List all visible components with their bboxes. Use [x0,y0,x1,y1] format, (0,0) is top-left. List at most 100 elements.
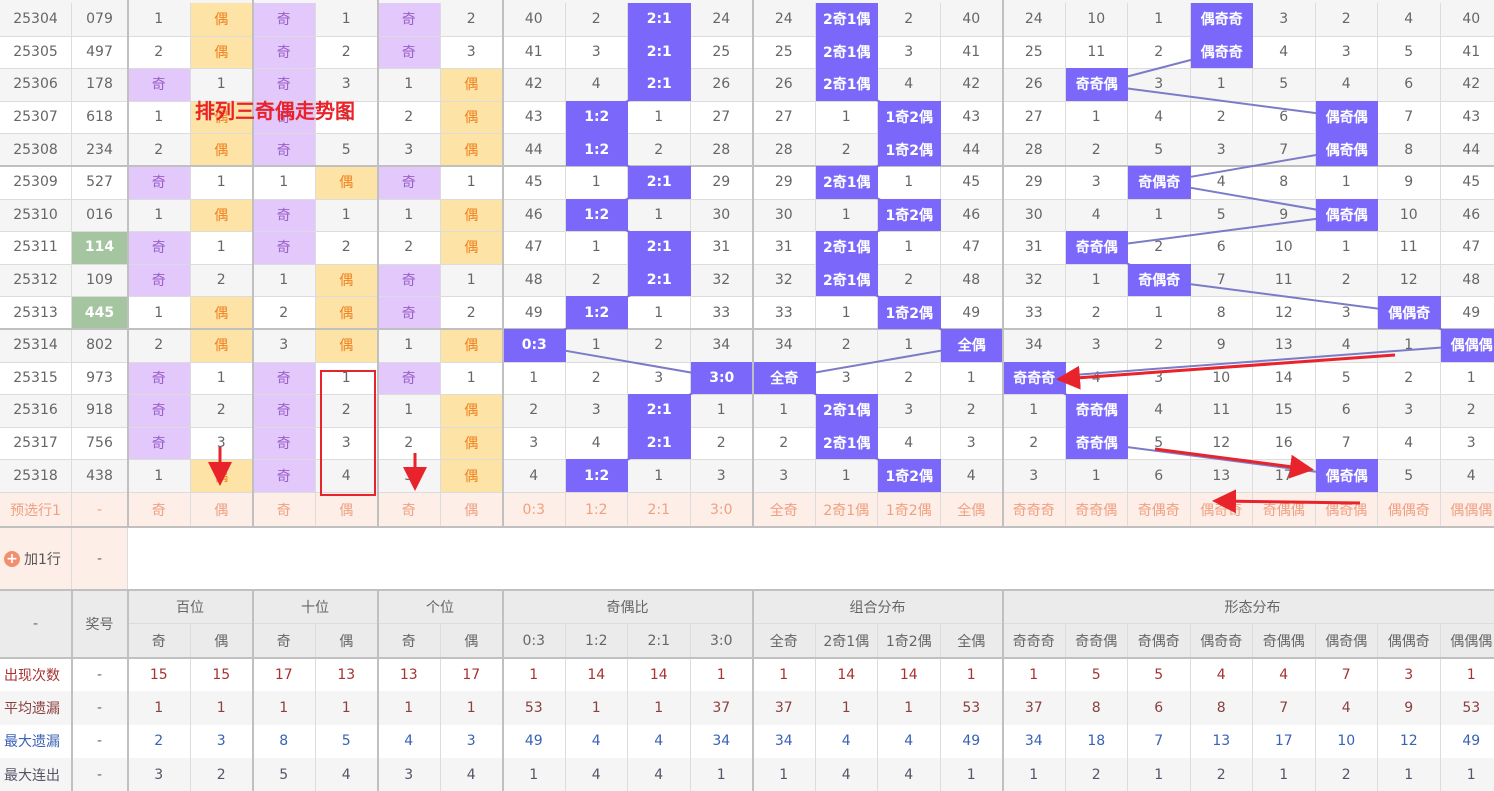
miss-count-cell: 2 [1191,100,1253,134]
miss-count-cell: 5 [1128,426,1191,460]
highlight-cell: 奇 [378,361,441,395]
miss-count-cell: 1 [191,166,253,199]
period-cell: 25311 [0,231,72,264]
miss-count-cell: 1 [878,231,941,264]
header-sub: 奇 [378,624,441,658]
preselect-option[interactable]: 全奇 [753,492,816,527]
highlight-cell: 1奇2偶 [878,198,941,232]
prize-number: 079 [72,3,128,36]
miss-count-cell: 7 [1191,263,1253,297]
preselect-option[interactable]: 1奇2偶 [878,492,941,527]
header-sub: 1:2 [565,624,628,658]
stat-value: 37 [691,691,753,725]
stat-value: 1 [1441,758,1494,791]
highlight-cell: 1:2 [565,100,628,134]
miss-count-cell: 1 [566,329,628,362]
prize-number: 618 [72,100,128,134]
miss-count-cell: 48 [503,263,566,297]
preselect-option[interactable]: 奇 [253,492,316,527]
preselect-option[interactable]: 偶 [191,492,253,527]
highlight-cell: 奇 [253,426,316,460]
preselect-option[interactable]: 偶奇偶 [1316,492,1378,527]
preselect-option[interactable]: 偶奇奇 [1191,492,1253,527]
stat-value: 2 [128,724,191,758]
preselect-option[interactable]: 奇奇奇 [1003,492,1066,527]
miss-count-cell: 3 [941,426,1003,460]
miss-count-cell: 2 [316,231,378,264]
period-cell: 25316 [0,394,72,427]
preselect-option[interactable]: 偶偶奇 [1378,492,1441,527]
miss-count-cell: 1 [1378,329,1441,362]
miss-count-cell: 5 [1191,198,1253,232]
highlight-cell: 偶 [190,133,253,166]
row-divider [0,657,1494,659]
miss-count-cell: 2 [566,263,628,297]
header-sub: 奇奇偶 [1065,624,1128,658]
period-cell: 25318 [0,459,72,492]
miss-count-cell: 5 [1316,361,1378,395]
highlight-cell: 1奇2偶 [878,100,941,134]
miss-count-cell: 1 [441,361,503,395]
preselect-option[interactable]: 奇 [128,492,191,527]
preselect-option[interactable]: 奇偶奇 [1128,492,1191,527]
miss-count-cell: 46 [941,198,1003,232]
miss-count-cell: 4 [1253,35,1316,69]
period-cell: 25313 [0,296,72,329]
preselect-option[interactable]: 偶 [441,492,503,527]
stat-value: 14 [566,658,628,692]
highlight-cell: 2奇1偶 [815,3,878,36]
stat-value: 34 [753,724,816,758]
miss-count-cell: 2 [441,296,503,329]
preselect-option[interactable]: 偶 [316,492,378,527]
header-sub: 全偶 [940,624,1003,658]
stat-value: 17 [253,658,316,692]
miss-count-cell: 2 [1066,296,1128,329]
miss-count-cell: 3 [753,459,816,492]
prize-number: 109 [72,263,128,297]
miss-count-cell: 1 [441,263,503,297]
row-divider [0,68,1494,70]
header-sub: 偶 [440,624,503,658]
preselect-option[interactable]: 偶偶偶 [1441,492,1494,527]
miss-count-cell: 4 [1378,426,1441,460]
highlight-cell: 偶 [440,329,503,362]
preselect-option[interactable]: 奇奇偶 [1066,492,1128,527]
miss-count-cell: 1 [503,361,566,395]
miss-count-cell: 3 [1253,3,1316,36]
header-sub: 偶偶偶 [1440,624,1494,658]
miss-count-cell: 1 [628,459,691,492]
miss-count-cell: 30 [1003,198,1066,232]
highlight-cell: 2:1 [628,394,691,427]
miss-count-cell: 33 [691,296,753,329]
add-row-button[interactable]: + 加1行 [0,527,72,590]
preselect-option[interactable]: 1:2 [566,492,628,527]
highlight-cell: 2:1 [628,3,691,36]
highlight-cell: 2:1 [628,263,691,297]
row-divider [0,426,1494,428]
preselect-option[interactable]: 奇 [378,492,441,527]
preselect-option[interactable]: 3:0 [691,492,753,527]
miss-count-cell: 26 [691,68,753,101]
row-divider [0,263,1494,265]
stat-value: 10 [1316,724,1378,758]
preselect-option[interactable]: 奇偶偶 [1253,492,1316,527]
stat-value: 1 [191,691,253,725]
miss-count-cell: 30 [753,198,816,232]
highlight-cell: 偶 [190,296,253,329]
period-cell: 25315 [0,361,72,395]
miss-count-cell: 1 [316,3,378,36]
preselect-option[interactable]: 全偶 [941,492,1003,527]
miss-count-cell: 1 [1128,198,1191,232]
preselect-option[interactable]: 2奇1偶 [816,492,878,527]
miss-count-cell: 3 [628,361,691,395]
miss-count-cell: 28 [691,133,753,166]
header-sub: 1奇2偶 [878,624,941,658]
stat-value: 1 [753,757,816,791]
miss-count-cell: 43 [941,100,1003,134]
highlight-cell: 奇 [378,35,441,69]
miss-count-cell: 2 [1378,361,1441,395]
highlight-cell: 奇 [378,3,441,36]
miss-count-cell: 2 [191,394,253,427]
preselect-option[interactable]: 2:1 [628,492,691,527]
preselect-option[interactable]: 0:3 [503,492,566,527]
